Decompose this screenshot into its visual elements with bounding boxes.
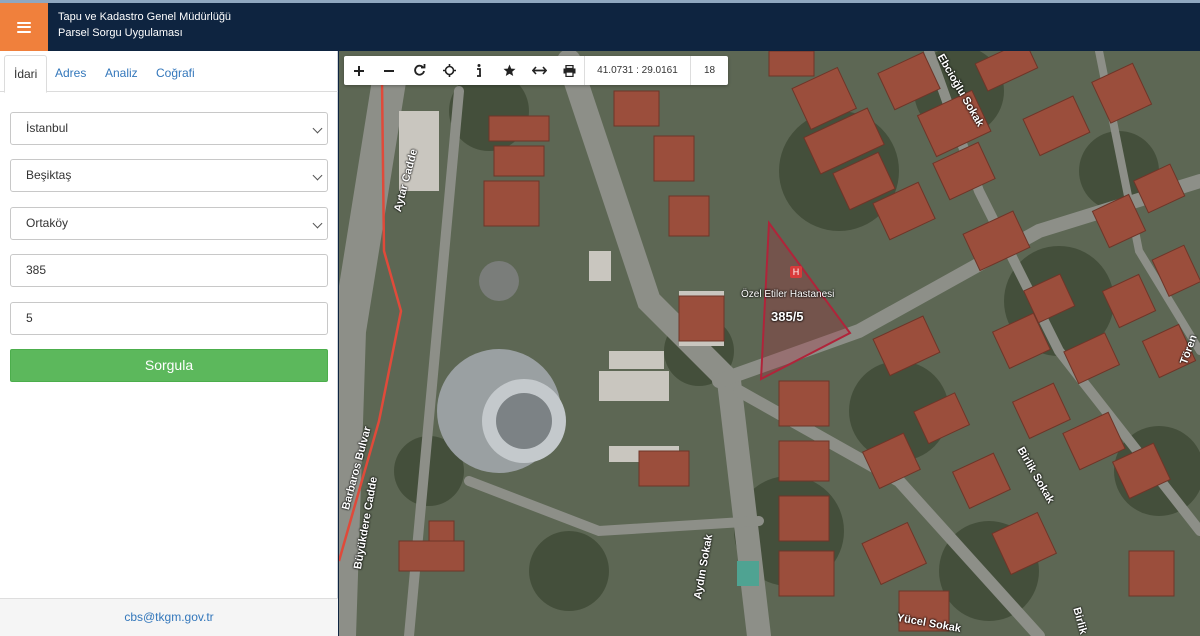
neighborhood-value: Ortaköy	[26, 216, 69, 230]
app-title: Tapu ve Kadastro Genel Müdürlüğü Parsel …	[58, 9, 231, 41]
info-icon[interactable]	[464, 56, 494, 85]
tab-analiz[interactable]: Analiz	[96, 55, 147, 92]
coordinate-readout: 41.0731 : 29.0161	[584, 56, 690, 85]
print-icon[interactable]	[554, 56, 584, 85]
map-toolbar: 41.0731 : 29.0161 18	[344, 56, 728, 85]
parcel-value: 5	[26, 311, 33, 325]
app-header: Tapu ve Kadastro Genel Müdürlüğü Parsel …	[0, 0, 1200, 51]
zoom-out-icon[interactable]	[374, 56, 404, 85]
chevron-down-icon	[312, 123, 323, 134]
chevron-down-icon	[312, 218, 323, 229]
tab-bar: İdari Adres Analiz Coğrafi	[0, 51, 338, 93]
neighborhood-select[interactable]: Ortaköy	[10, 207, 328, 240]
block-input[interactable]: 385	[10, 254, 328, 287]
footer-email-link[interactable]: cbs@tkgm.gov.tr	[0, 598, 338, 636]
sidebar: İdari Adres Analiz Coğrafi İstanbul Beşi…	[0, 51, 338, 636]
zoom-level: 18	[690, 56, 728, 85]
star-icon[interactable]	[494, 56, 524, 85]
poi-label: Özel Etiler Hastanesi	[741, 289, 835, 300]
parcel-label: 385/5	[771, 309, 804, 324]
province-select[interactable]: İstanbul	[10, 112, 328, 145]
zoom-in-icon[interactable]	[344, 56, 374, 85]
query-button[interactable]: Sorgula	[10, 349, 328, 382]
parcel-input[interactable]: 5	[10, 302, 328, 335]
app-title-line2: Parsel Sorgu Uygulaması	[58, 27, 183, 39]
hospital-icon[interactable]: H	[790, 266, 802, 278]
district-value: Beşiktaş	[26, 168, 72, 182]
block-value: 385	[26, 263, 47, 277]
app-title-line1: Tapu ve Kadastro Genel Müdürlüğü	[58, 11, 232, 23]
satellite-imagery	[339, 51, 1200, 636]
refresh-icon[interactable]	[404, 56, 434, 85]
district-select[interactable]: Beşiktaş	[10, 159, 328, 192]
province-value: İstanbul	[26, 121, 69, 135]
measure-icon[interactable]	[524, 56, 554, 85]
chevron-down-icon	[312, 170, 323, 181]
tab-cografi[interactable]: Coğrafi	[147, 55, 204, 92]
tab-adres[interactable]: Adres	[46, 55, 95, 92]
map-view[interactable]	[339, 51, 1200, 636]
pan-icon[interactable]	[434, 56, 464, 85]
tab-idari[interactable]: İdari	[4, 55, 48, 93]
menu-button[interactable]	[0, 3, 48, 51]
hamburger-icon	[17, 21, 31, 33]
